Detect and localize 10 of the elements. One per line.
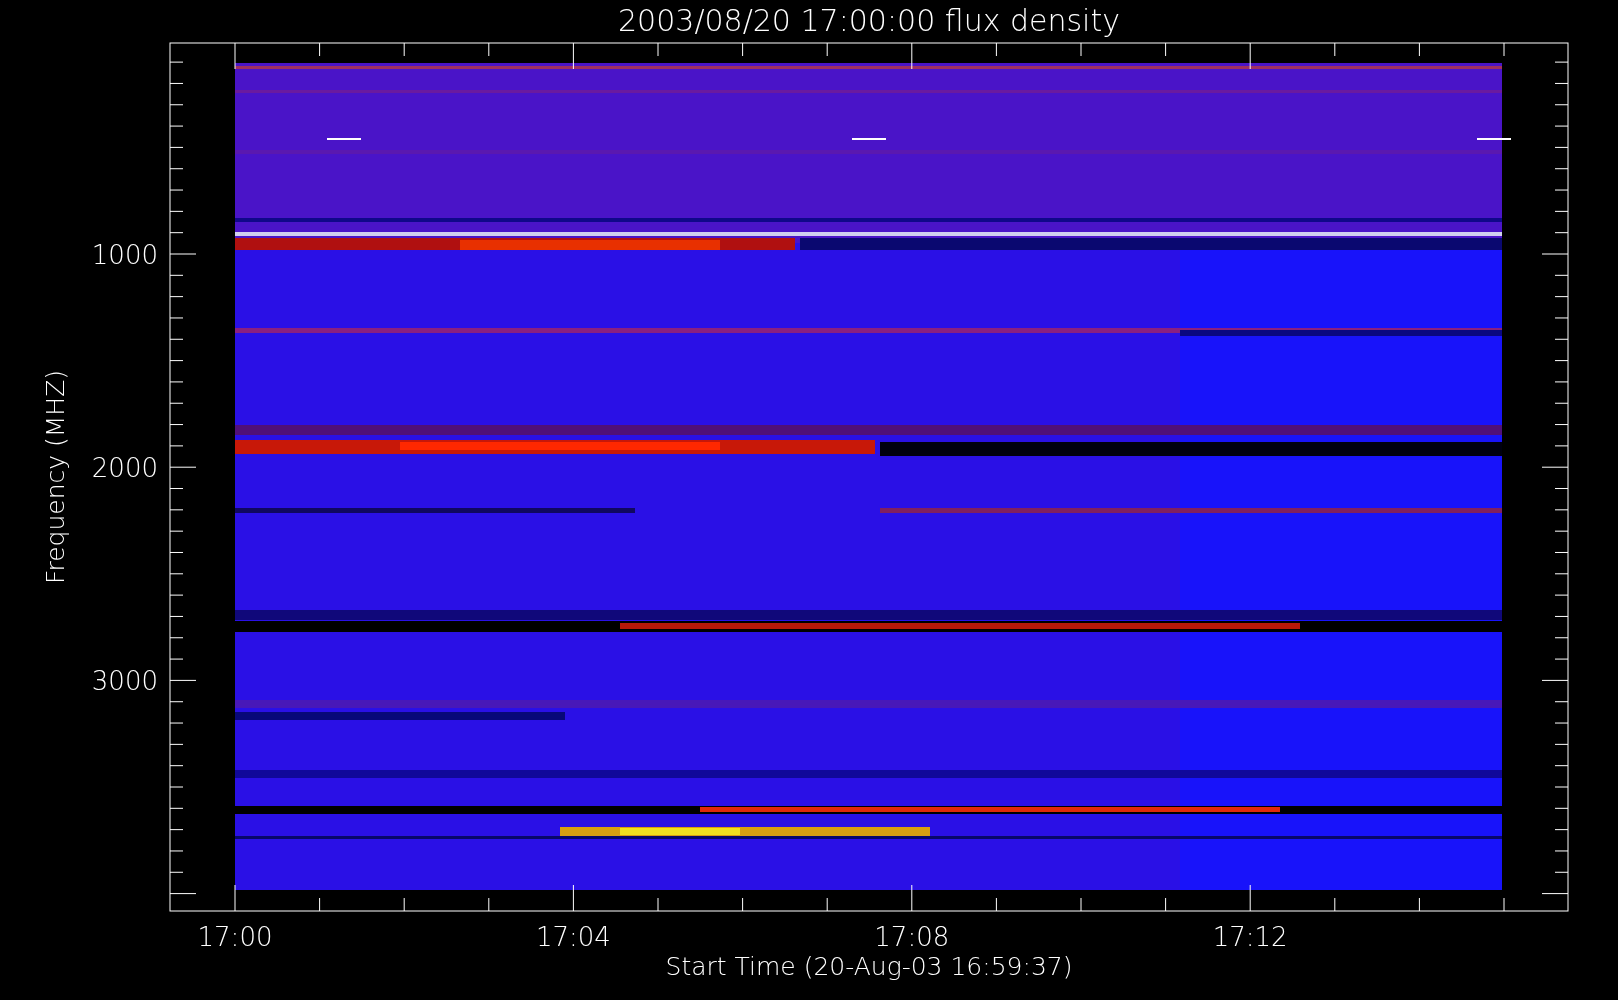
x-tick-label: 17:08 bbox=[874, 922, 950, 952]
y-tick-label: 2000 bbox=[91, 453, 158, 484]
chart-title: 2003/08/20 17:00:00 flux density bbox=[618, 3, 1120, 38]
y-tick-label: 1000 bbox=[91, 240, 158, 270]
x-tick-label: 17:00 bbox=[197, 922, 273, 952]
y-axis-title: Frequency (MHZ) bbox=[41, 369, 70, 585]
x-tick-label: 17:12 bbox=[1212, 922, 1288, 952]
y-tick-label: 3000 bbox=[91, 666, 158, 697]
x-axis-title: Start Time (20-Aug-03 16:59:37) bbox=[665, 952, 1073, 981]
x-tick-label: 17:04 bbox=[535, 922, 611, 952]
